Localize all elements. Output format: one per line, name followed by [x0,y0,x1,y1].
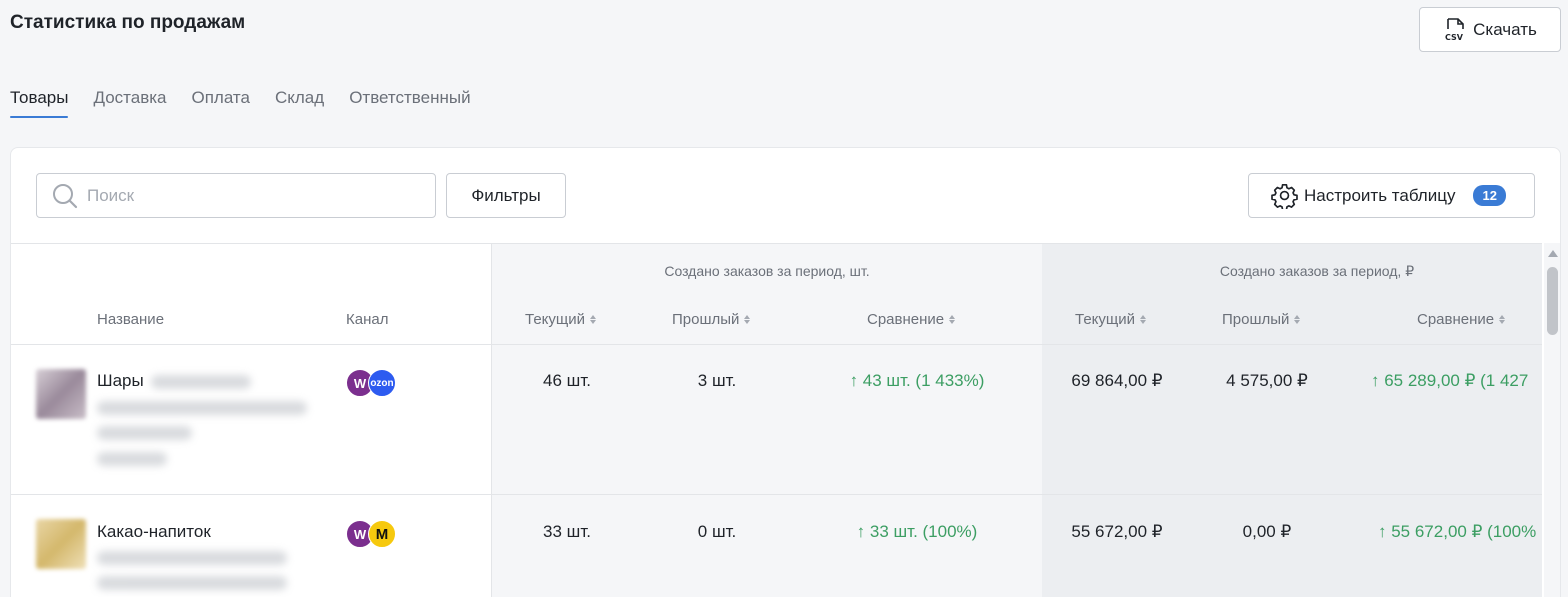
ozon-icon: ozon [368,369,396,397]
search-input[interactable] [87,185,407,206]
column-header-label: Текущий [525,311,585,328]
group-title-qty: Создано заказов за период, шт. [664,263,870,279]
group-title-rub: Создано заказов за период, ₽ [1219,263,1415,279]
rub-comparison-cell: ↑ 65 289,00 ₽ (1 427 [1371,371,1529,390]
blurred-text [97,576,287,590]
configure-label: Настроить таблицу [1304,185,1456,205]
qty-comparison-cell: ↑ 33 шт. (100%) [856,522,978,541]
product-thumbnail[interactable] [36,519,86,569]
search-icon [53,183,78,208]
qty-previous-cell: 3 шт. [697,371,737,390]
column-header-label: Текущий [1075,311,1135,328]
product-name[interactable]: Шары [97,371,144,391]
columns-count-badge: 12 [1473,185,1506,206]
sort-icon [744,315,751,324]
channel-badges: W M [346,520,396,548]
search-box[interactable] [36,173,436,218]
tab-products[interactable]: Товары [10,88,69,118]
column-header-rub-previous[interactable]: Прошлый [1222,311,1301,328]
rub-comparison-cell: ↑ 55 672,00 ₽ (100% [1378,522,1537,541]
column-divider [491,243,492,597]
tab-bar: Товары Доставка Оплата Склад Ответственн… [10,88,471,118]
column-header-label: Сравнение [1417,311,1495,328]
blurred-text [151,375,251,389]
column-header-qty-previous[interactable]: Прошлый [672,311,751,328]
page-title: Статистика по продажам [10,12,246,33]
svg-text:CSV: CSV [1445,33,1464,42]
qty-previous-cell: 0 шт. [697,522,737,541]
column-header-label: Сравнение [867,311,945,328]
column-header-label: Прошлый [1222,311,1290,328]
sort-icon [590,315,596,324]
download-csv-button[interactable]: CSV Скачать [1419,7,1561,52]
sort-icon [1140,315,1146,324]
qty-current-cell: 33 шт. [543,522,591,541]
configure-table-button[interactable]: Настроить таблицу 12 [1248,173,1535,218]
channel-badges: W ozon [346,369,396,397]
header-bottom-border [11,344,1542,345]
column-header-name: Название [97,311,165,328]
rub-group-background [1042,243,1542,597]
yandex-market-icon: M [368,520,396,548]
tab-warehouse[interactable]: Склад [275,88,324,118]
column-header-label: Прошлый [672,311,740,328]
column-header-rub-comparison[interactable]: Сравнение [1417,311,1506,328]
column-header-qty-comparison[interactable]: Сравнение [867,311,956,328]
sort-icon [1499,315,1506,324]
blurred-text [97,551,287,565]
csv-file-icon: CSV [1445,17,1464,42]
column-header-rub-current[interactable]: Текущий [1075,311,1146,328]
qty-current-cell: 46 шт. [543,371,591,390]
blurred-text [97,426,192,440]
sales-table: Создано заказов за период, шт. Создано з… [11,243,1560,597]
sort-icon [1294,315,1301,324]
stats-card: Фильтры Настроить таблицу 12 Создано зак… [10,147,1561,597]
qty-group-background [492,243,1042,597]
rub-previous-cell: 0,00 ₽ [1242,522,1292,541]
row-divider [11,494,1542,495]
tab-delivery[interactable]: Доставка [93,88,166,118]
blurred-text [97,452,167,466]
product-name[interactable]: Какао-напиток [97,522,211,542]
filters-button[interactable]: Фильтры [446,173,566,218]
product-thumbnail[interactable] [36,369,86,419]
sort-icon [949,315,956,324]
header-top-border [11,243,1542,244]
tab-payment[interactable]: Оплата [192,88,250,118]
tab-responsible[interactable]: Ответственный [349,88,470,118]
download-label: Скачать [1473,19,1537,39]
scroll-up-arrow-icon[interactable] [1548,250,1558,257]
blurred-text [97,401,307,415]
rub-current-cell: 69 864,00 ₽ [1071,371,1163,390]
rub-current-cell: 55 672,00 ₽ [1071,522,1163,541]
qty-comparison-cell: ↑ 43 шт. (1 433%) [849,371,985,390]
vertical-scrollbar[interactable] [1544,243,1560,597]
gear-icon [1271,183,1298,209]
scroll-thumb[interactable] [1547,267,1558,335]
column-header-qty-current[interactable]: Текущий [525,311,596,328]
column-header-channel: Канал [346,311,389,328]
rub-previous-cell: 4 575,00 ₽ [1226,371,1308,390]
